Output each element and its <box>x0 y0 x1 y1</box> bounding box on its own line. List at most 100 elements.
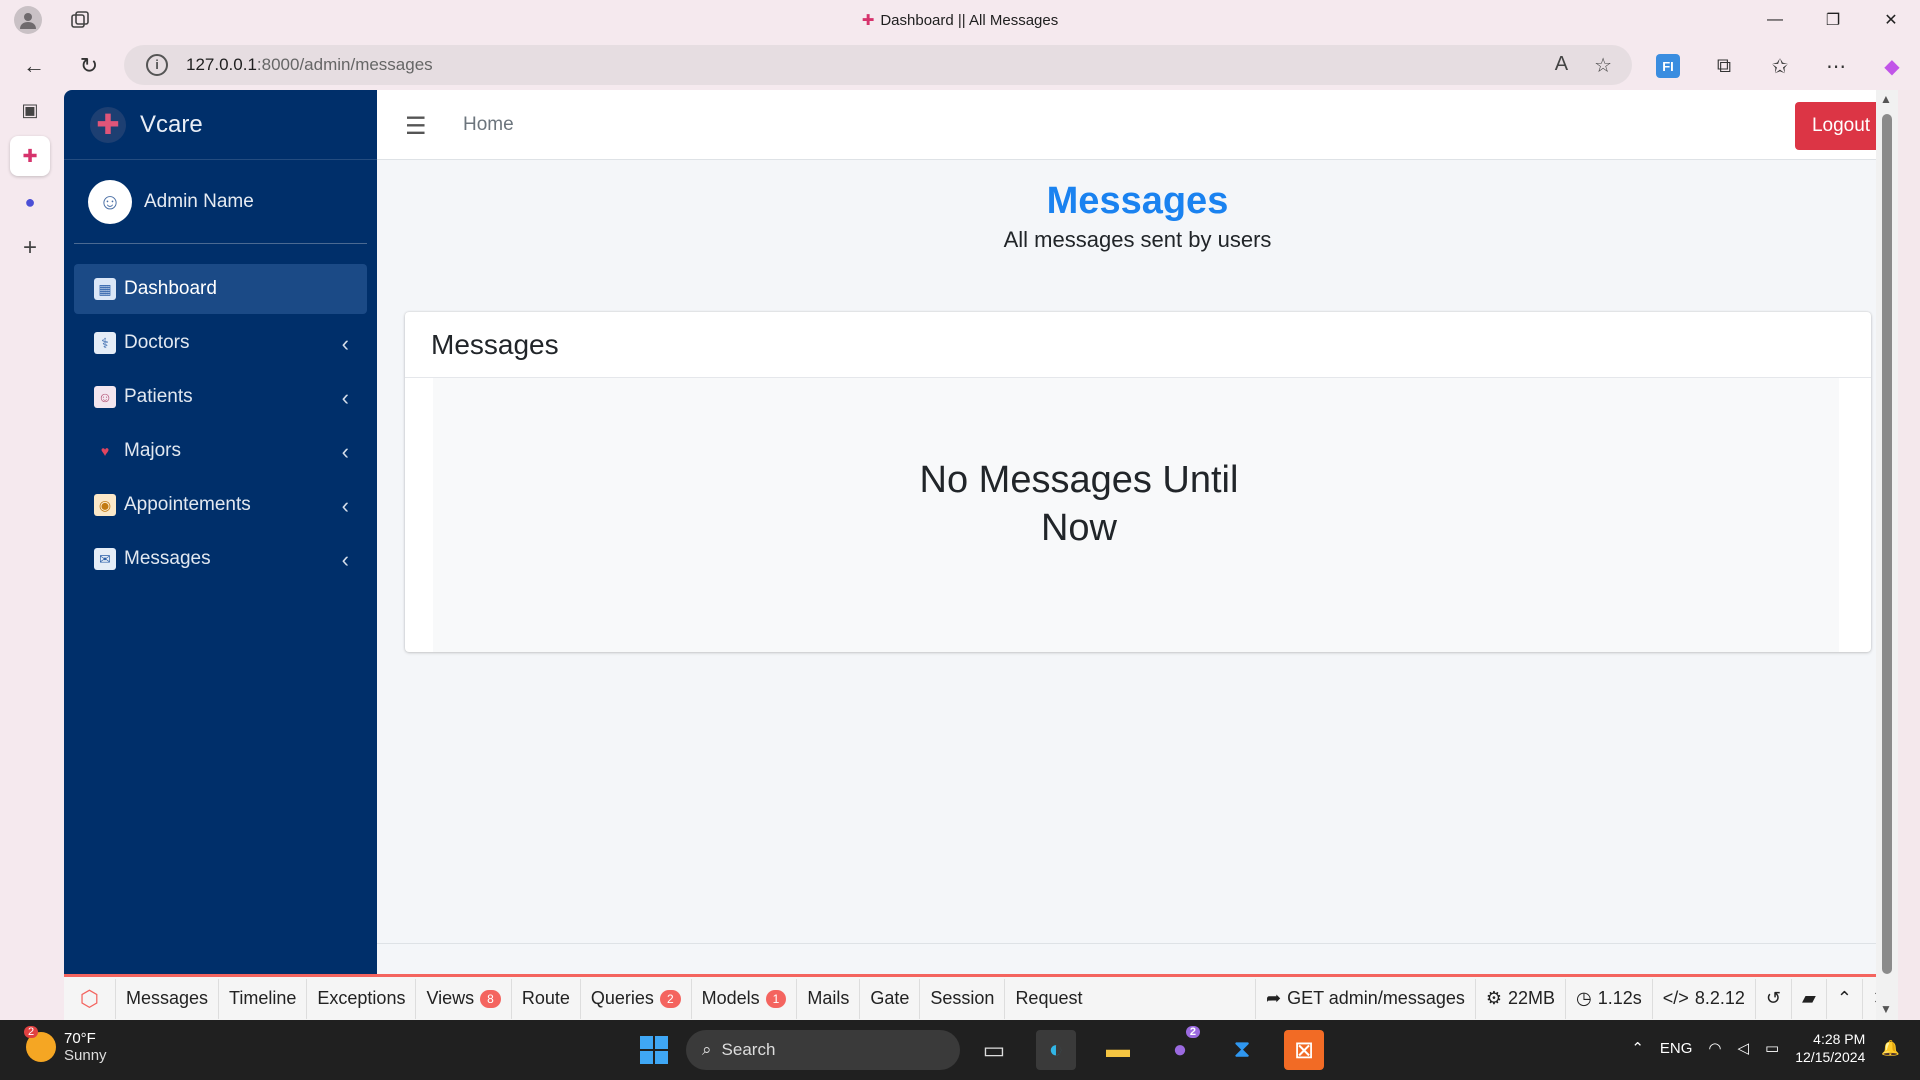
empty-line-1: No Messages Until <box>919 459 1239 501</box>
sidebar-item-majors[interactable]: ♥ Majors ‹ <box>74 426 367 476</box>
debug-php-info: </> 8.2.12 <box>1651 978 1755 1019</box>
debug-tab-models[interactable]: Models 1 <box>692 978 798 1019</box>
system-tray: ⌃ ENG ◠ ◁ ▭ 4:28 PM 12/15/2024 🔔 <box>1631 1030 1900 1066</box>
chevron-up-icon[interactable]: ⌃ <box>1825 978 1862 1019</box>
debug-tab-mails[interactable]: Mails <box>797 978 861 1019</box>
weather-badge: 2 <box>24 1026 39 1038</box>
debug-tab-label: Timeline <box>229 988 297 1008</box>
vcare-tab-icon[interactable]: ✚ <box>10 136 50 176</box>
debug-tab-messages[interactable]: Messages <box>116 978 220 1019</box>
debug-request-text: GET admin/messages <box>1287 988 1465 1008</box>
clock-icon: ◷ <box>1576 988 1592 1008</box>
weather-desc: Sunny <box>64 1047 107 1064</box>
task-view-icon[interactable]: ▭ <box>974 1030 1014 1070</box>
debug-tab-label: Models <box>701 988 760 1008</box>
windows-taskbar: 2 70°F Sunny ⌕ Search ▭ ◐ ▬ ● 2 ⧗ ⊠ ⌃ ENG… <box>0 1020 1920 1080</box>
tab-actions-icon[interactable]: ▣ <box>10 90 50 130</box>
vscode-icon[interactable]: ⧗ <box>1222 1030 1262 1070</box>
second-tab-icon[interactable]: ● <box>10 182 50 222</box>
debug-tab-views[interactable]: Views 8 <box>416 978 512 1019</box>
top-navbar: ☰ Home Logout <box>377 90 1898 160</box>
debug-tab-label: Request <box>1015 988 1083 1008</box>
scroll-up-icon[interactable]: ▲ <box>1880 92 1892 106</box>
sidebar-item-label: Doctors <box>124 332 190 353</box>
page-scrollbar[interactable]: ▲ ▼ <box>1876 90 1898 1020</box>
maximize-button[interactable]: ❐ <box>1804 6 1862 34</box>
weather-widget[interactable]: 2 70°F Sunny <box>24 1026 107 1064</box>
tab-title[interactable]: ✚ Dashboard || All Messages <box>0 11 1920 29</box>
sidebar-item-doctors[interactable]: ⚕ Doctors ‹ <box>74 318 367 368</box>
minimize-button[interactable]: — <box>1746 6 1804 34</box>
site-info-icon[interactable]: i <box>146 54 168 76</box>
back-button[interactable]: ← <box>16 48 52 84</box>
vcare-favicon-icon: ✚ <box>861 12 875 29</box>
chevron-left-icon: ‹ <box>341 439 349 464</box>
close-window-button[interactable]: ✕ <box>1862 6 1920 34</box>
sidebar-item-dashboard[interactable]: ▦ Dashboard <box>74 264 367 314</box>
chevron-left-icon: ‹ <box>341 331 349 356</box>
home-link[interactable]: Home <box>463 114 514 136</box>
sidebar-item-messages[interactable]: ✉ Messages ‹ <box>74 534 367 584</box>
debug-php-text: 8.2.12 <box>1694 988 1745 1008</box>
more-options-icon[interactable]: ⋯ <box>1808 50 1864 82</box>
clock[interactable]: 4:28 PM 12/15/2024 <box>1795 1030 1865 1066</box>
favorites-icon[interactable]: ✩ <box>1752 50 1808 82</box>
language-indicator[interactable]: ENG <box>1660 1040 1693 1057</box>
taskbar-search[interactable]: ⌕ Search <box>686 1030 960 1070</box>
sidebar-item-label: Appointements <box>124 494 251 515</box>
debug-tab-route[interactable]: Route <box>512 978 581 1019</box>
debug-tab-gate[interactable]: Gate <box>860 978 921 1019</box>
clock-time: 4:28 PM <box>1813 1031 1866 1047</box>
debug-tab-exceptions[interactable]: Exceptions <box>307 978 417 1019</box>
messages-card: Messages No Messages Until Now <box>405 312 1871 652</box>
debug-request-info[interactable]: ➦ GET admin/messages <box>1255 978 1475 1019</box>
sidebar-item-patients[interactable]: ☺ Patients ‹ <box>74 372 367 422</box>
show-hidden-icons-icon[interactable]: ⌃ <box>1631 1039 1644 1057</box>
extension-fi-icon[interactable]: FI <box>1656 54 1680 78</box>
brand-link[interactable]: ✚ Vcare <box>64 90 377 160</box>
copilot-icon[interactable]: ◆ <box>1864 50 1920 82</box>
appointments-icon: ◉ <box>94 494 116 516</box>
sidebar-item-appointements[interactable]: ◉ Appointements ‹ <box>74 480 367 530</box>
volume-icon[interactable]: ◁ <box>1738 1039 1750 1057</box>
user-name: Admin Name <box>144 190 254 212</box>
sidebar-item-label: Patients <box>124 386 193 407</box>
browser-toolbar: ← ↻ i 127.0.0.1:8000/admin/messages A ☆ … <box>0 40 1920 90</box>
debug-tab-session[interactable]: Session <box>920 978 1006 1019</box>
new-tab-icon[interactable]: + <box>10 228 50 268</box>
laravel-logo-icon[interactable]: ⬡ <box>64 978 116 1019</box>
refresh-button[interactable]: ↻ <box>71 48 107 84</box>
logout-button[interactable]: Logout <box>1795 102 1887 150</box>
scrollbar-thumb[interactable] <box>1882 114 1892 974</box>
debug-tab-label: Exceptions <box>317 988 406 1008</box>
file-explorer-icon[interactable]: ▬ <box>1098 1030 1138 1070</box>
wifi-icon[interactable]: ◠ <box>1708 1039 1721 1057</box>
chevron-left-icon: ‹ <box>341 547 349 572</box>
extensions-puzzle-icon[interactable]: ⧉ <box>1696 50 1752 82</box>
debug-tab-request[interactable]: Request <box>1005 979 1092 1019</box>
read-aloud-icon[interactable]: A <box>1555 53 1568 78</box>
laravel-debugbar: ⬡ Messages Timeline Exceptions Views 8 Ro… <box>64 974 1898 1020</box>
scroll-down-icon[interactable]: ▼ <box>1880 1002 1892 1016</box>
dashboard-icon: ▦ <box>94 278 116 300</box>
hamburger-menu-icon[interactable]: ☰ <box>405 112 427 141</box>
folder-open-icon[interactable]: ▰ <box>1790 978 1826 1019</box>
sun-icon: 2 <box>24 1026 56 1062</box>
user-panel[interactable]: ☺ Admin Name <box>74 160 367 244</box>
chat-icon[interactable]: ● 2 <box>1160 1026 1200 1070</box>
history-icon[interactable]: ↺ <box>1754 978 1791 1019</box>
xampp-icon[interactable]: ⊠ <box>1284 1030 1324 1070</box>
address-bar[interactable]: i 127.0.0.1:8000/admin/messages A ☆ <box>124 45 1632 85</box>
edge-icon[interactable]: ◐ <box>1036 1030 1076 1070</box>
debug-tab-queries[interactable]: Queries 2 <box>581 978 692 1019</box>
favorite-star-icon[interactable]: ☆ <box>1594 53 1612 78</box>
footer-divider <box>377 943 1898 944</box>
start-button-icon[interactable] <box>640 1036 668 1064</box>
debug-time-info[interactable]: ◷ 1.12s <box>1565 978 1652 1019</box>
count-badge: 8 <box>480 989 501 1008</box>
url-text[interactable]: 127.0.0.1:8000/admin/messages <box>186 55 433 75</box>
debug-tab-label: Route <box>521 988 570 1008</box>
debug-tab-timeline[interactable]: Timeline <box>219 978 308 1019</box>
battery-icon[interactable]: ▭ <box>1765 1039 1779 1057</box>
notification-bell-icon[interactable]: 🔔 <box>1881 1039 1900 1057</box>
